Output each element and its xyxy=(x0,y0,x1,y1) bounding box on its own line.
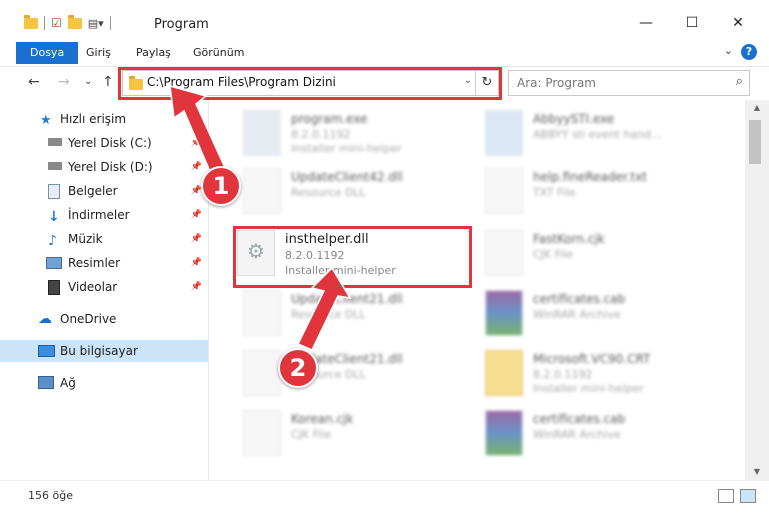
arrow-1-icon xyxy=(169,84,227,177)
arrow-2-icon xyxy=(296,266,352,351)
step-badge-2: 2 xyxy=(278,348,318,388)
step-badge-1: 1 xyxy=(201,166,241,206)
annotation-arrows xyxy=(169,84,352,351)
